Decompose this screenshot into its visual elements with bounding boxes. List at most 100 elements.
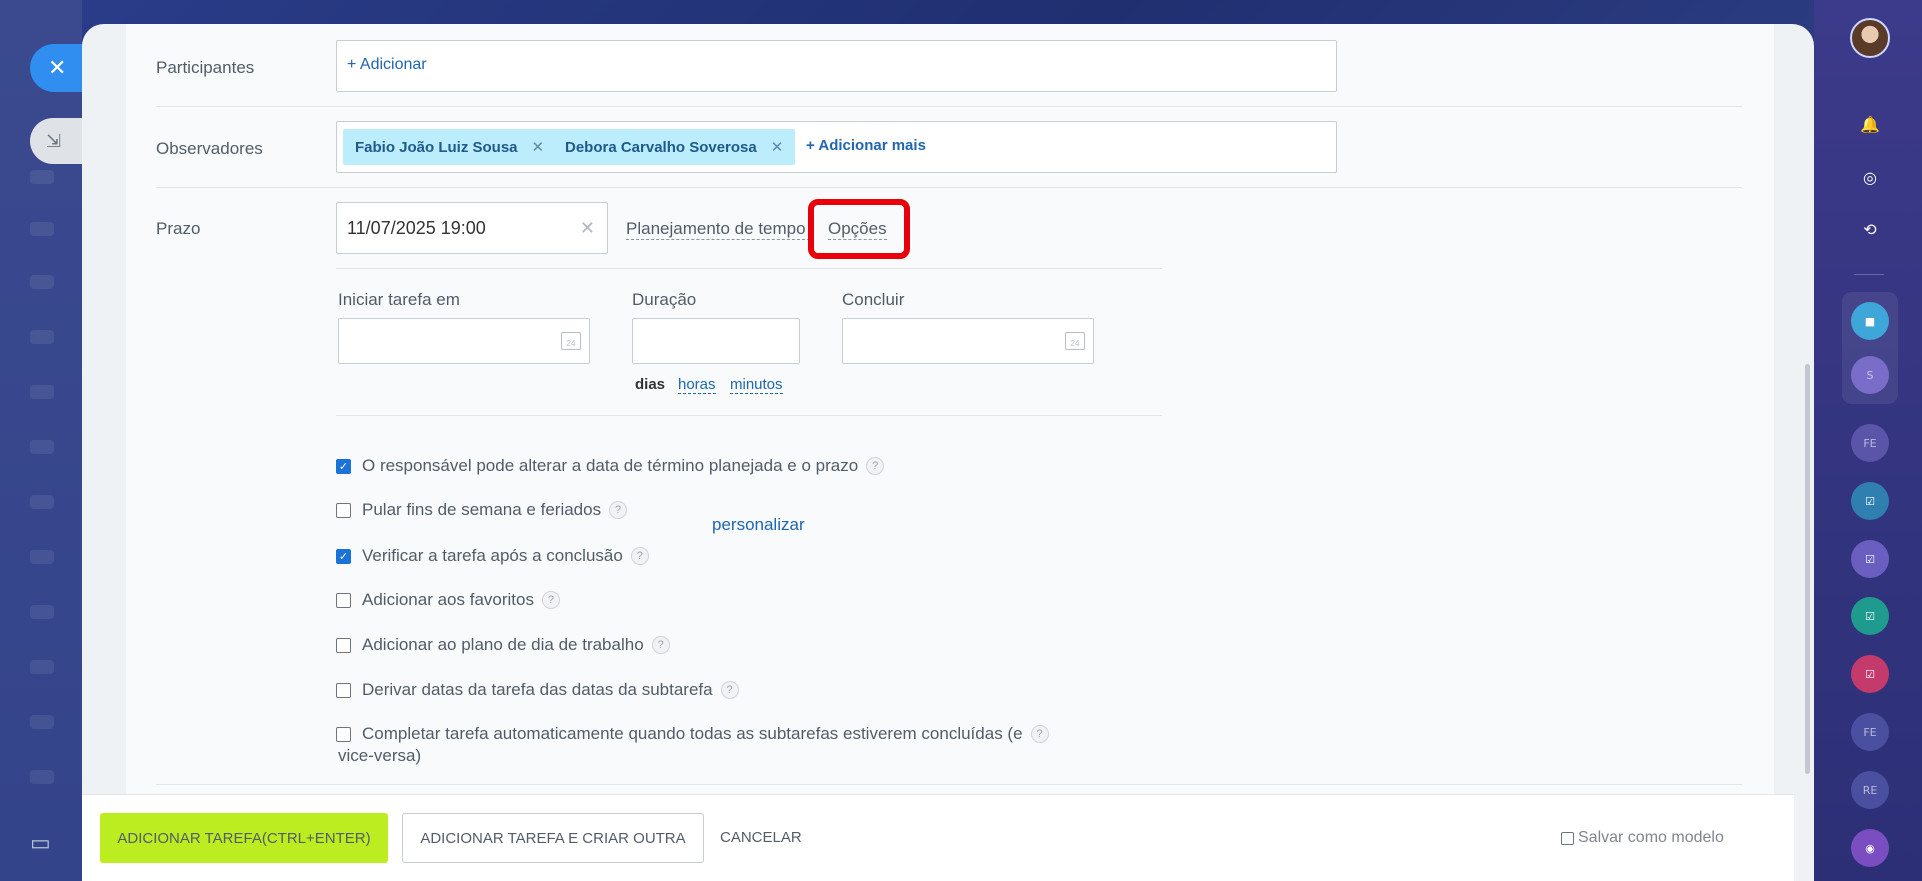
observer-chip[interactable]: Debora Carvalho Soverosa ✕ (553, 129, 796, 165)
sidebar-divider (1854, 274, 1884, 275)
help-icon[interactable]: ? (720, 681, 739, 699)
minimize-icon: ⇲ (46, 130, 62, 151)
calendar-day: 24 (566, 339, 576, 348)
bookmark-icon[interactable]: ■ (1851, 302, 1889, 340)
user-avatar[interactable] (1850, 18, 1890, 58)
start-task-input[interactable]: 24 (338, 318, 590, 364)
option-row: Adicionar ao plano de dia de trabalho ? (336, 635, 670, 655)
calendar-icon[interactable]: 24 (561, 332, 581, 350)
personalize-link[interactable]: personalizar (712, 515, 805, 535)
background-menu-item (30, 770, 54, 784)
observers-field[interactable]: Fabio João Luiz Sousa ✕ Debora Carvalho … (336, 121, 1337, 173)
finish-label: Concluir (842, 290, 905, 309)
observers-label: Observadores (156, 139, 263, 158)
finish-input[interactable]: 24 (842, 318, 1094, 364)
calendar-day: 24 (1070, 339, 1080, 348)
add-and-create-another-button[interactable]: ADICIONAR TAREFA E CRIAR OUTRA (402, 813, 704, 863)
remove-observer-icon[interactable]: ✕ (532, 138, 545, 156)
clear-deadline-icon[interactable]: ✕ (580, 218, 595, 239)
save-as-template-toggle[interactable]: Salvar como modelo (1561, 829, 1724, 847)
background-menu-item (30, 222, 54, 236)
copilot-icon[interactable]: ◉ (1851, 829, 1889, 867)
divider (156, 187, 1742, 188)
time-planning-link[interactable]: Planejamento de tempo (626, 219, 810, 240)
deadline-input[interactable]: 11/07/2025 19:00 ✕ (336, 202, 608, 254)
add-task-button[interactable]: ADICIONAR TAREFA(CTRL+ENTER) (100, 813, 388, 863)
help-icon[interactable]: ? (651, 636, 670, 654)
notifications-icon[interactable]: 🔔 (1852, 107, 1888, 143)
option-checkbox[interactable]: ✓ (336, 548, 351, 564)
background-menu-item (30, 440, 54, 454)
option-row: Adicionar aos favoritos ? (336, 590, 560, 610)
option-checkbox[interactable] (336, 592, 351, 608)
help-icon[interactable]: ? (541, 591, 560, 609)
option-label: Adicionar aos favoritos (362, 590, 534, 609)
help-icon[interactable]: ? (866, 457, 885, 475)
option-checkbox[interactable] (336, 682, 351, 698)
target-icon[interactable]: ◎ (1852, 160, 1888, 196)
divider (336, 415, 1162, 416)
task-icon[interactable]: ☑ (1851, 597, 1889, 635)
option-label: Derivar datas da tarefa das datas da sub… (362, 680, 713, 699)
add-participant-link[interactable]: + Adicionar (347, 56, 427, 74)
observer-chip[interactable]: Fabio João Luiz Sousa ✕ (343, 129, 557, 165)
participants-label: Participantes (156, 58, 255, 77)
unit-hours[interactable]: horas (678, 376, 716, 394)
sidebar-avatar-s[interactable]: S (1851, 356, 1889, 394)
option-label: O responsável pode alterar a data de tér… (362, 456, 859, 475)
calendar-icon[interactable]: 24 (1065, 332, 1085, 350)
background-menu-item (30, 550, 54, 564)
option-label: Adicionar ao plano de dia de trabalho (362, 635, 644, 654)
task-icon[interactable]: ☑ (1851, 655, 1889, 693)
participants-field[interactable]: + Adicionar (336, 40, 1337, 92)
option-label: Completar tarefa automaticamente quando … (362, 724, 1023, 743)
option-checkbox[interactable] (336, 726, 351, 742)
form-footer: ADICIONAR TAREFA(CTRL+ENTER) ADICIONAR T… (82, 794, 1794, 881)
save-template-checkbox[interactable] (1561, 831, 1574, 845)
sidebar-avatar-fe-2[interactable]: FE (1851, 713, 1889, 751)
sidebar-avatar-re[interactable]: RE (1851, 771, 1889, 809)
remove-observer-icon[interactable]: ✕ (771, 138, 784, 156)
background-menu-item (30, 170, 54, 184)
highlight-box (808, 199, 910, 259)
avatar-initials: RE (1862, 783, 1878, 797)
add-more-observers-link[interactable]: + Adicionar mais (806, 137, 926, 154)
option-checkbox[interactable] (336, 637, 351, 653)
divider (156, 784, 1742, 785)
close-slider-button[interactable]: ✕ (30, 44, 86, 92)
minimize-slider-button[interactable]: ⇲ (30, 118, 86, 164)
background-menu-item (30, 495, 54, 509)
option-checkbox[interactable]: ✓ (336, 458, 351, 474)
unit-days[interactable]: dias (635, 376, 665, 393)
option-checkbox[interactable] (336, 502, 351, 518)
cancel-button[interactable]: CANCELAR (720, 829, 802, 846)
background-menu-item (30, 275, 54, 289)
option-row: Pular fins de semana e feriados ? (336, 500, 628, 520)
observer-name: Fabio João Luiz Sousa (355, 138, 518, 156)
sync-icon[interactable]: ⟲ (1852, 212, 1888, 248)
close-icon: ✕ (48, 55, 67, 80)
duration-label: Duração (632, 290, 697, 309)
help-icon[interactable]: ? (630, 547, 649, 565)
unit-minutes[interactable]: minutos (730, 376, 783, 394)
background-menu-item (30, 605, 54, 619)
task-icon[interactable]: ☑ (1851, 482, 1889, 520)
background-menu-item (30, 715, 54, 729)
duration-input[interactable] (632, 318, 800, 364)
avatar-initials: FE (1863, 436, 1877, 450)
help-icon[interactable]: ? (1030, 725, 1049, 743)
task-icon[interactable]: ☑ (1851, 540, 1889, 578)
help-icon[interactable]: ? (609, 501, 628, 519)
background-menu-item (30, 385, 54, 399)
background-menu-item (30, 330, 54, 344)
scrollbar[interactable] (1805, 364, 1810, 774)
option-label: Pular fins de semana e feriados (362, 500, 602, 519)
deadline-value: 11/07/2025 19:00 (347, 217, 486, 238)
start-task-label: Iniciar tarefa em (338, 290, 460, 309)
observer-name: Debora Carvalho Soverosa (565, 138, 757, 156)
deadline-label: Prazo (156, 219, 201, 238)
sidebar-avatar-fe[interactable]: FE (1851, 424, 1889, 462)
printer-icon[interactable]: ▭ (30, 830, 51, 856)
option-label-continued: vice-versa) (338, 746, 422, 765)
option-row: ✓ Verificar a tarefa após a conclusão ? (336, 546, 649, 566)
